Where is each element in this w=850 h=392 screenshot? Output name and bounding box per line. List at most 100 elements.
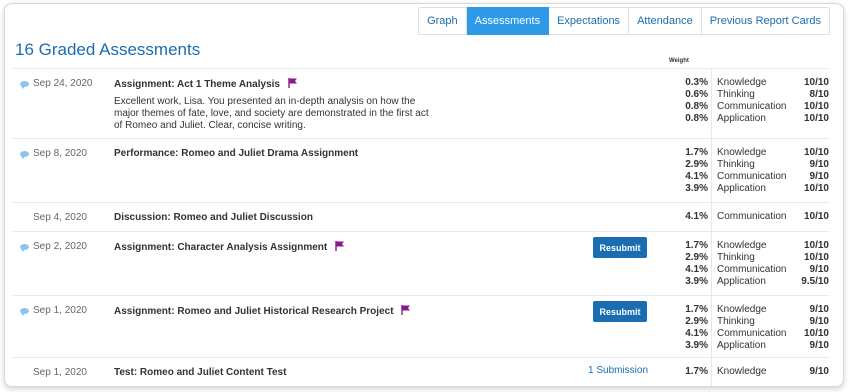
category-score: 9/10 bbox=[809, 264, 829, 275]
category-score: 9/10 bbox=[809, 316, 829, 327]
category-scores: Knowledge 10/10 Thinking 9/10 Communicatio… bbox=[712, 139, 829, 202]
assessment-title[interactable]: Test: Romeo and Juliet Content Test bbox=[114, 367, 286, 378]
assessment-row: Sep 1, 2020 Assignment: Romeo and Juliet… bbox=[13, 295, 829, 357]
category-score: 10/10 bbox=[803, 252, 829, 263]
weight-value: 0.8% bbox=[685, 113, 708, 124]
category-score: 10/10 bbox=[803, 211, 829, 222]
weights-column: 4.1% bbox=[669, 203, 712, 231]
category-score: 9/10 bbox=[809, 366, 829, 377]
assessment-date: Sep 1, 2020 bbox=[33, 367, 87, 378]
weights-column: 1.7% bbox=[669, 358, 712, 386]
tab-graph[interactable]: Graph bbox=[418, 7, 467, 35]
category-score: 10/10 bbox=[803, 113, 829, 124]
assessment-title[interactable]: Assignment: Act 1 Theme Analysis bbox=[114, 78, 298, 90]
category-name: Knowledge bbox=[717, 304, 767, 315]
tab-previous-report-cards[interactable]: Previous Report Cards bbox=[701, 7, 830, 35]
category-scores: Knowledge 9/10 bbox=[712, 358, 829, 386]
tab-expectations[interactable]: Expectations bbox=[549, 7, 630, 35]
category-scores: Knowledge 9/10 Thinking 9/10 Communication… bbox=[712, 296, 829, 357]
submission-link[interactable]: 1 Submission bbox=[588, 365, 648, 376]
comment-icon[interactable] bbox=[20, 244, 29, 252]
category-name: Application bbox=[717, 183, 766, 194]
category-name: Knowledge bbox=[717, 147, 767, 158]
flag-icon bbox=[288, 78, 297, 88]
category-name: Thinking bbox=[717, 252, 755, 263]
category-name: Application bbox=[717, 340, 766, 351]
category-scores: Knowledge 10/10 Thinking 8/10 Communicatio… bbox=[712, 69, 829, 138]
comment-icon[interactable] bbox=[20, 151, 29, 159]
category-score: 10/10 bbox=[803, 183, 829, 194]
assessment-title[interactable]: Performance: Romeo and Juliet Drama Assi… bbox=[114, 148, 358, 159]
assessment-title-text: Assignment: Romeo and Juliet Historical … bbox=[114, 306, 394, 317]
category-name: Communication bbox=[717, 101, 787, 112]
assessment-title[interactable]: Discussion: Romeo and Juliet Discussion bbox=[114, 212, 313, 223]
weight-value: 4.1% bbox=[685, 211, 708, 222]
tab-assessments[interactable]: Assessments bbox=[466, 7, 550, 35]
weight-value: 3.9% bbox=[685, 183, 708, 194]
weight-value: 0.8% bbox=[685, 101, 708, 112]
assessment-row: Sep 1, 2020 Test: Romeo and Juliet Conte… bbox=[13, 357, 829, 386]
category-score: 10/10 bbox=[803, 77, 829, 88]
weights-column: 1.7% 2.9% 4.1% 3.9% bbox=[669, 232, 712, 295]
category-score: 10/10 bbox=[803, 328, 829, 339]
category-name: Communication bbox=[717, 211, 787, 222]
weight-value: 3.9% bbox=[685, 276, 708, 287]
page-title: 16 Graded Assessments bbox=[15, 40, 201, 59]
assessment-date: Sep 2, 2020 bbox=[33, 241, 87, 252]
category-score: 9/10 bbox=[809, 304, 829, 315]
weights-column: 1.7% 2.9% 4.1% 3.9% bbox=[669, 139, 712, 202]
comment-icon[interactable] bbox=[20, 81, 29, 89]
category-name: Communication bbox=[717, 171, 787, 182]
assessment-title[interactable]: Assignment: Romeo and Juliet Historical … bbox=[114, 305, 411, 317]
comment-icon[interactable] bbox=[20, 308, 29, 316]
weight-value: 1.7% bbox=[685, 147, 708, 158]
category-name: Communication bbox=[717, 328, 787, 339]
category-name: Communication bbox=[717, 264, 787, 275]
category-score: 9/10 bbox=[809, 340, 829, 351]
assessment-title[interactable]: Assignment: Character Analysis Assignmen… bbox=[114, 241, 345, 253]
category-score: 9.5/10 bbox=[801, 276, 829, 287]
tab-bar: Graph Assessments Expectations Attendanc… bbox=[418, 7, 830, 35]
category-score: 10/10 bbox=[803, 101, 829, 112]
flag-icon bbox=[401, 305, 411, 315]
assessment-row: Sep 2, 2020 Assignment: Character Analys… bbox=[13, 231, 829, 295]
assessment-row: Sep 24, 2020 Assignment: Act 1 Theme Ana… bbox=[13, 68, 829, 138]
teacher-comment: Excellent work, Lisa. You presented an i… bbox=[114, 96, 429, 131]
category-scores: Knowledge 10/10 Thinking 10/10 Communicati… bbox=[712, 232, 829, 295]
weight-value: 1.7% bbox=[685, 304, 708, 315]
category-score: 8/10 bbox=[809, 89, 829, 100]
assessment-title-text: Assignment: Character Analysis Assignmen… bbox=[114, 242, 328, 253]
category-score: 10/10 bbox=[803, 240, 829, 251]
category-score: 10/10 bbox=[803, 147, 829, 158]
assessment-title-text: Assignment: Act 1 Theme Analysis bbox=[114, 79, 280, 90]
flag-icon bbox=[335, 241, 344, 251]
weights-column: 0.3% 0.6% 0.8% 0.8% bbox=[669, 69, 712, 138]
weight-column-header: Weight bbox=[669, 58, 689, 64]
category-scores: Communication 10/10 bbox=[712, 203, 829, 231]
category-name: Application bbox=[717, 276, 766, 287]
assessment-list: Sep 24, 2020 Assignment: Act 1 Theme Ana… bbox=[13, 68, 829, 386]
assessment-date: Sep 24, 2020 bbox=[33, 78, 93, 89]
assessments-panel: Graph Assessments Expectations Attendanc… bbox=[4, 3, 844, 387]
weight-value: 2.9% bbox=[685, 252, 708, 263]
category-name: Thinking bbox=[717, 316, 755, 327]
category-score: 9/10 bbox=[809, 159, 829, 170]
resubmit-button[interactable]: Resubmit bbox=[593, 237, 647, 258]
category-name: Knowledge bbox=[717, 366, 767, 377]
category-name: Thinking bbox=[717, 89, 755, 100]
resubmit-button[interactable]: Resubmit bbox=[593, 301, 647, 322]
assessment-date: Sep 4, 2020 bbox=[33, 212, 87, 223]
category-name: Application bbox=[717, 113, 766, 124]
weight-value: 0.3% bbox=[685, 77, 708, 88]
tab-attendance[interactable]: Attendance bbox=[629, 7, 702, 35]
weight-value: 2.9% bbox=[685, 159, 708, 170]
weight-value: 0.6% bbox=[685, 89, 708, 100]
weight-value: 3.9% bbox=[685, 340, 708, 351]
category-name: Knowledge bbox=[717, 240, 767, 251]
weight-value: 1.7% bbox=[685, 366, 708, 377]
weight-value: 4.1% bbox=[685, 328, 708, 339]
category-name: Knowledge bbox=[717, 77, 767, 88]
weights-column: 1.7% 2.9% 4.1% 3.9% bbox=[669, 296, 712, 357]
weight-value: 1.7% bbox=[685, 240, 708, 251]
category-name: Thinking bbox=[717, 159, 755, 170]
